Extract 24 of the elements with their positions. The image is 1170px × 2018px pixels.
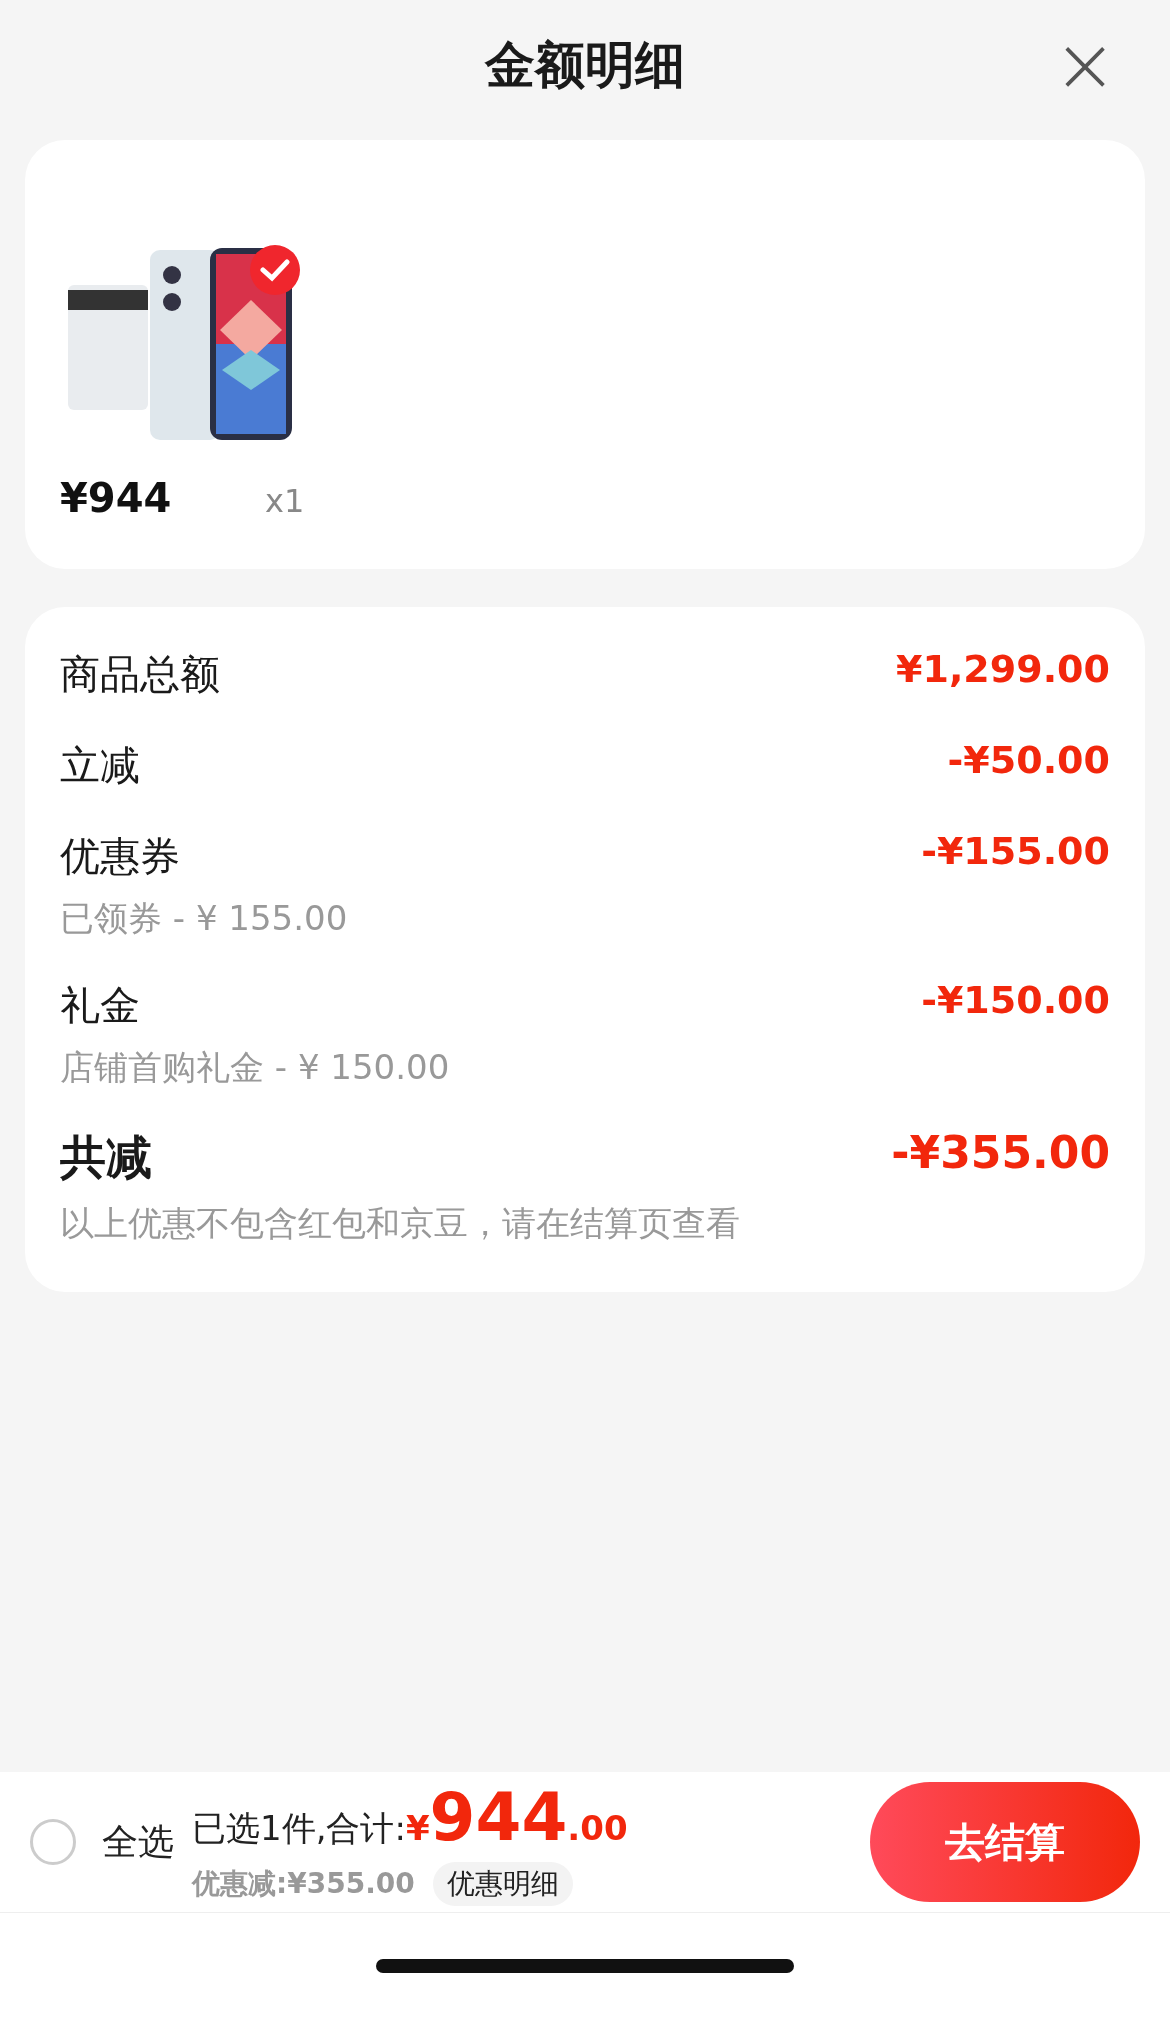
product-quantity: x1 bbox=[265, 482, 305, 520]
breakdown-label: 优惠券 bbox=[60, 832, 181, 881]
breakdown-label: 商品总额 bbox=[60, 650, 220, 699]
breakdown-amount: ¥1,299.00 bbox=[896, 647, 1110, 691]
discount-details-button[interactable]: 优惠明细 bbox=[432, 1861, 573, 1906]
total-price: ¥944.00 bbox=[405, 1778, 628, 1856]
breakdown-label: 礼金 bbox=[60, 981, 141, 1030]
breakdown-amount: -¥150.00 bbox=[921, 978, 1110, 1022]
checkout-button[interactable]: 去结算 bbox=[870, 1782, 1140, 1902]
breakdown-label: 立减 bbox=[60, 741, 140, 790]
close-button[interactable]: × bbox=[1050, 30, 1120, 100]
select-all-radio[interactable] bbox=[30, 1819, 76, 1865]
breakdown-detail: 店铺首购礼金 - ¥ 150.00 bbox=[60, 1046, 450, 1089]
sheet-title: 金额明细 bbox=[485, 34, 685, 96]
breakdown-label: 共减 bbox=[60, 1129, 153, 1186]
breakdown-amount: -¥155.00 bbox=[921, 829, 1110, 873]
breakdown-detail: 已领券 - ¥ 155.00 bbox=[60, 897, 348, 940]
selection-summary: 已选1件,合计: bbox=[192, 1806, 406, 1850]
select-all-label[interactable]: 全选 bbox=[102, 1817, 174, 1867]
breakdown-detail: 以上优惠不包含红包和京豆，请在结算页查看 bbox=[60, 1202, 740, 1245]
breakdown-amount: -¥355.00 bbox=[891, 1127, 1110, 1178]
product-price: ¥944 bbox=[60, 475, 173, 521]
breakdown-amount: -¥50.00 bbox=[947, 738, 1110, 782]
discount-text: 优惠减:¥355.00 bbox=[192, 1865, 415, 1902]
